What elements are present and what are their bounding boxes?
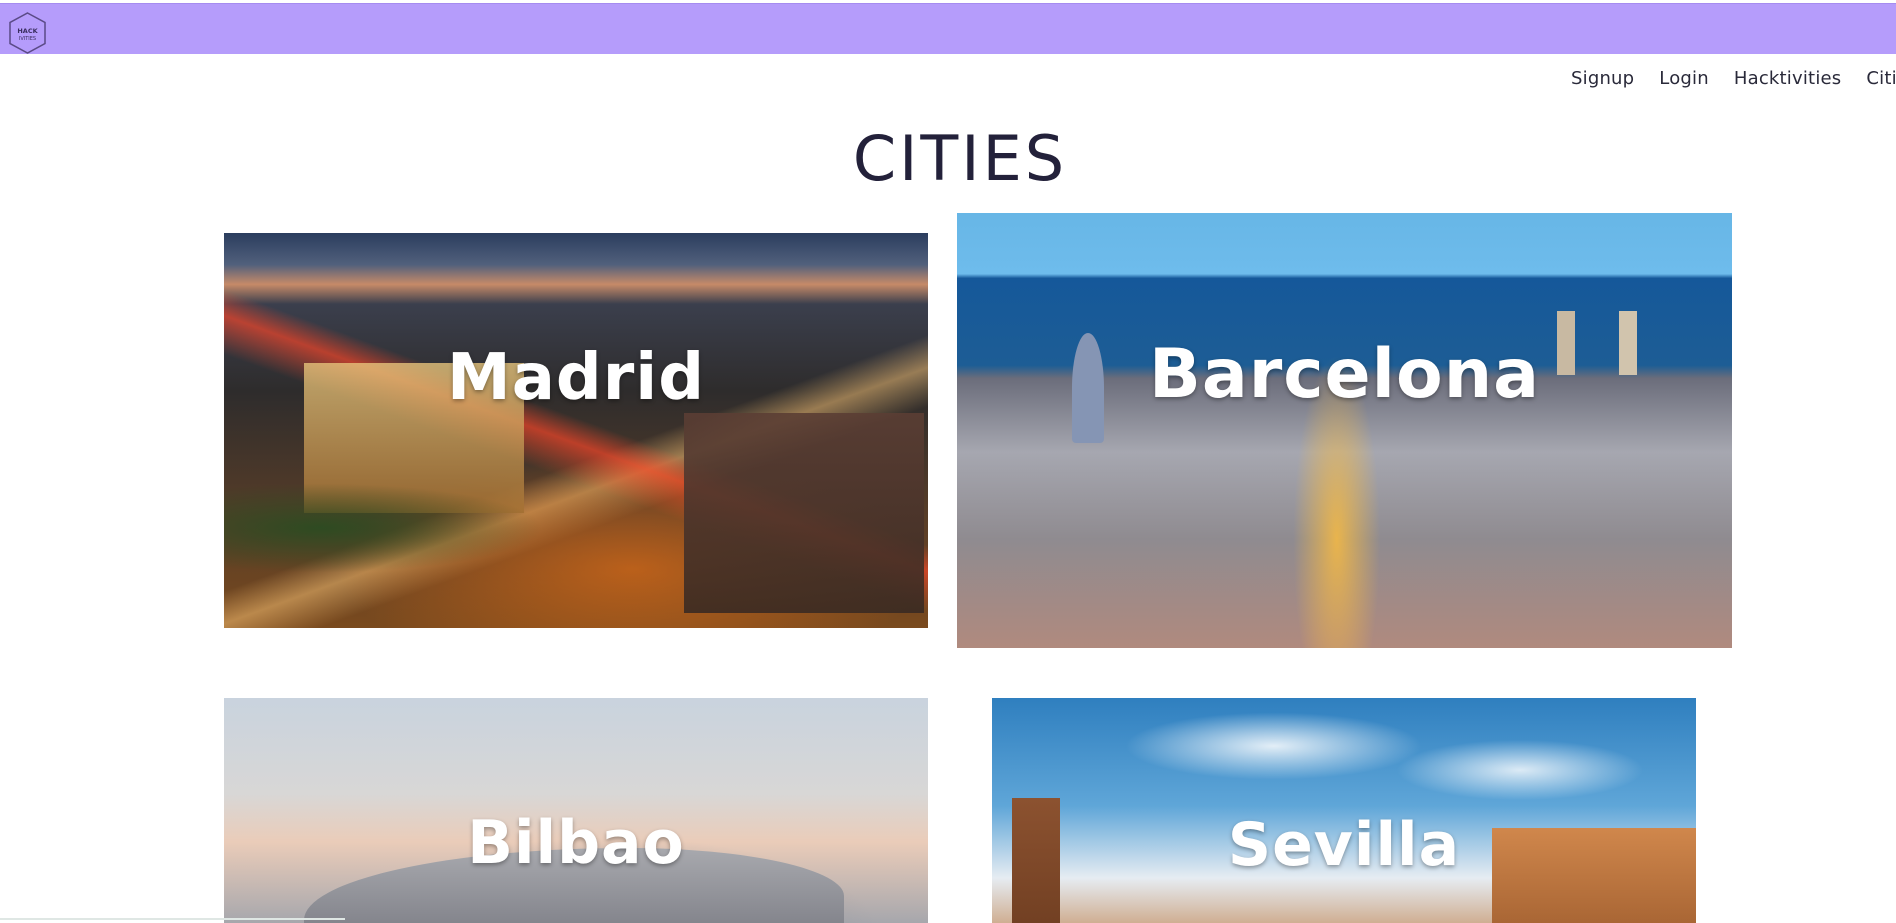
barcelona-photo [957,213,1732,648]
nav-cities[interactable]: Cities [1866,68,1896,92]
logo-text-ivities: IVITIES [19,36,36,42]
logo[interactable]: HACK IVITIES [8,12,47,54]
madrid-photo [224,233,928,628]
nav-hacktivities[interactable]: Hacktivities [1734,68,1842,92]
city-name-sevilla: Sevilla [1227,810,1461,880]
logo-text-hack: HACK [17,27,38,35]
city-name-barcelona: Barcelona [1148,335,1540,414]
top-banner: HACK IVITIES [0,3,1896,54]
main-nav: Signup Login Hacktivities Cities [1571,68,1896,92]
hexagon-logo-icon: HACK IVITIES [9,12,46,54]
city-card-sevilla[interactable]: Sevilla [992,698,1696,923]
nav-signup[interactable]: Signup [1571,68,1634,92]
page: HACK IVITIES Signup Login Hacktivities C… [0,0,1896,923]
city-card-barcelona[interactable]: Barcelona [957,213,1732,648]
city-name-madrid: Madrid [447,341,705,415]
nav-login[interactable]: Login [1659,68,1709,92]
bottom-divider [0,918,345,920]
city-card-madrid[interactable]: Madrid [224,233,928,628]
city-card-bilbao[interactable]: Bilbao [224,698,928,923]
page-title: CITIES [852,122,1068,195]
city-name-bilbao: Bilbao [467,808,685,878]
